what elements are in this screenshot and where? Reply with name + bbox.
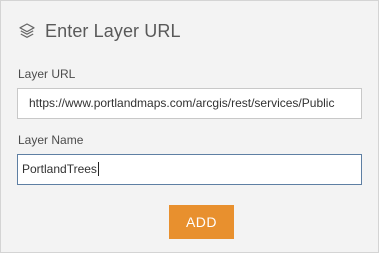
layer-name-value: PortlandTrees bbox=[22, 162, 97, 176]
panel-header: Enter Layer URL bbox=[18, 20, 181, 42]
add-layer-panel: Enter Layer URL Layer URL https://www.po… bbox=[0, 0, 379, 253]
layer-name-label: Layer Name bbox=[18, 133, 84, 147]
layer-name-input[interactable]: PortlandTrees bbox=[17, 154, 362, 185]
layer-url-input[interactable]: https://www.portlandmaps.com/arcgis/rest… bbox=[17, 88, 362, 119]
text-cursor bbox=[97, 161, 99, 176]
add-button[interactable]: ADD bbox=[169, 205, 234, 239]
layer-url-label: Layer URL bbox=[18, 67, 76, 81]
layer-url-value: https://www.portlandmaps.com/arcgis/rest… bbox=[29, 96, 335, 110]
layers-icon bbox=[18, 22, 36, 40]
panel-title: Enter Layer URL bbox=[45, 20, 181, 41]
